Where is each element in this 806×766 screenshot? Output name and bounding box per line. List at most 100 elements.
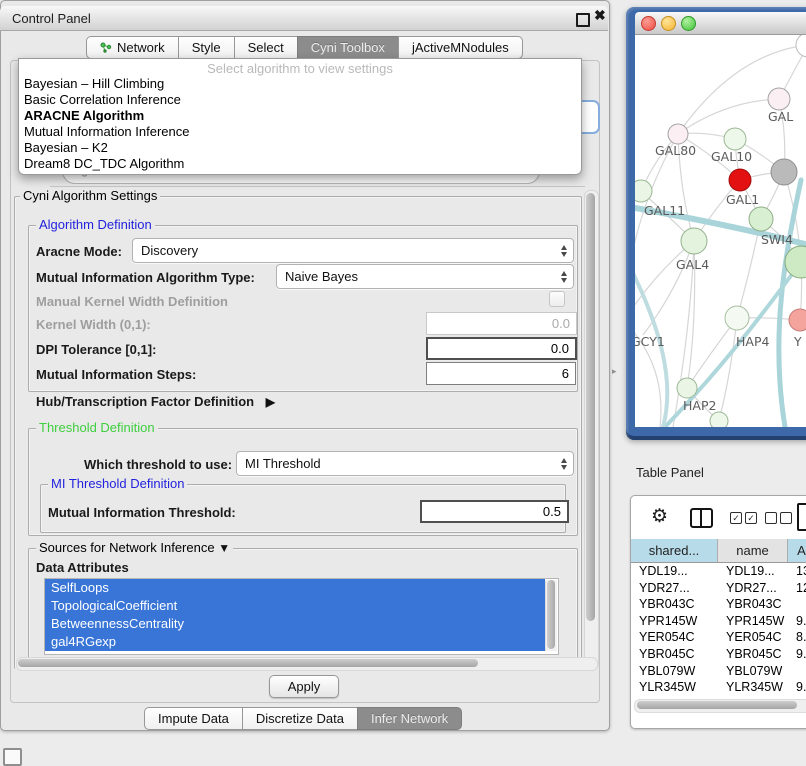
table-cell[interactable]: YDL19... xyxy=(631,563,718,580)
table-row[interactable]: YBR045CYBR045C9. xyxy=(631,646,806,663)
table-cell[interactable]: YLR345W xyxy=(631,679,718,696)
attribute-option-selected[interactable]: SelfLoops xyxy=(45,579,545,597)
table-row[interactable]: YLR345WYLR345W9. xyxy=(631,679,806,696)
table-cell[interactable]: 9. xyxy=(788,679,806,696)
table-cell[interactable]: YBL079W xyxy=(718,663,788,680)
column-layout-icon[interactable] xyxy=(690,508,713,528)
splitter-grip-icon[interactable]: ▸ xyxy=(612,366,617,377)
attribute-option-selected[interactable]: BetweennessCentrality xyxy=(45,615,545,633)
network-node-y[interactable] xyxy=(789,309,806,331)
table-cell[interactable]: YBR043C xyxy=(631,596,718,613)
table-cell[interactable]: 13 xyxy=(788,563,806,580)
column-header-shared-name[interactable]: shared... xyxy=(631,539,718,562)
table-row[interactable]: YER054CYER054C8. xyxy=(631,629,806,646)
dpi-tolerance-input[interactable]: 0.0 xyxy=(426,337,577,360)
algorithm-dropdown-list: Select algorithm to view settings Bayesi… xyxy=(18,58,582,175)
network-node-gal[interactable] xyxy=(768,88,790,110)
network-node[interactable] xyxy=(710,412,728,427)
column-header-name[interactable]: name xyxy=(718,539,788,562)
network-node-hap4[interactable] xyxy=(725,306,749,330)
mi-type-select[interactable]: Naive Bayes xyxy=(276,264,574,289)
network-node-gal10[interactable] xyxy=(724,128,746,150)
table-row[interactable]: YBR043CYBR043C xyxy=(631,596,806,613)
table-cell[interactable]: 12 xyxy=(788,580,806,597)
network-node-gal1[interactable] xyxy=(729,169,751,191)
algorithm-option[interactable]: Basic Correlation Inference xyxy=(19,92,581,108)
table-cell[interactable]: YER054C xyxy=(718,629,788,646)
tab-select[interactable]: Select xyxy=(234,36,298,59)
table-cell[interactable]: YBR045C xyxy=(718,646,788,663)
settings-vertical-scrollbar-thumb[interactable] xyxy=(586,193,595,621)
tab-infer-network[interactable]: Infer Network xyxy=(357,707,462,730)
tab-jactivemnodules[interactable]: jActiveMNodules xyxy=(398,36,523,59)
algorithm-option[interactable]: Mutual Information Inference xyxy=(19,124,581,140)
table-row[interactable]: YPR145WYPR145W9. xyxy=(631,613,806,630)
deselect-all-checkbox-icon[interactable] xyxy=(780,512,792,524)
gear-icon[interactable]: ⚙ xyxy=(651,505,668,528)
attribute-option-selected[interactable]: TopologicalCoefficient xyxy=(45,597,545,615)
aracne-mode-select[interactable]: Discovery xyxy=(132,238,574,263)
table-row[interactable]: YDL19...YDL19...13 xyxy=(631,563,806,580)
table-cell[interactable]: 8. xyxy=(788,629,806,646)
kernel-width-input[interactable]: 0.0 xyxy=(426,312,577,335)
network-node[interactable] xyxy=(796,35,806,57)
table-cell[interactable]: YPR145W xyxy=(718,613,788,630)
mi-threshold-input[interactable]: 0.5 xyxy=(420,500,569,523)
apply-button[interactable]: Apply xyxy=(269,675,339,698)
zoom-traffic-light-icon[interactable] xyxy=(681,16,696,31)
settings-horizontal-scrollbar-thumb[interactable] xyxy=(18,659,478,667)
algorithm-option[interactable]: ARACNE Algorithm xyxy=(19,108,581,124)
table-cell[interactable]: 9. xyxy=(788,646,806,663)
sources-group-toggle[interactable]: Sources for Network Inference ▼ xyxy=(36,541,233,555)
close-traffic-light-icon[interactable] xyxy=(641,16,656,31)
table-cell[interactable]: YDR27... xyxy=(718,580,788,597)
tab-cyni-toolbox[interactable]: Cyni Toolbox xyxy=(297,36,399,59)
table-cell[interactable]: YER054C xyxy=(631,629,718,646)
network-node-gal80[interactable] xyxy=(668,124,688,144)
table-cell[interactable] xyxy=(788,663,806,680)
hub-definition-toggle[interactable]: Hub/Transcription Factor Definition ▶ xyxy=(36,394,275,409)
table-horizontal-scrollbar-thumb[interactable] xyxy=(637,701,797,709)
table-cell[interactable]: YBL079W xyxy=(631,663,718,680)
select-all-checkbox-icon[interactable]: ✓ xyxy=(730,512,742,524)
network-node-swi4[interactable] xyxy=(749,207,773,231)
select-all-checkbox-icon[interactable]: ✓ xyxy=(745,512,757,524)
float-window-icon[interactable] xyxy=(576,13,590,27)
table-cell[interactable]: YBR045C xyxy=(631,646,718,663)
algorithm-option[interactable]: Dream8 DC_TDC Algorithm xyxy=(19,156,581,172)
table-cell[interactable]: YDL19... xyxy=(718,563,788,580)
network-node-hap2[interactable] xyxy=(677,378,697,398)
table-cell[interactable]: YBR043C xyxy=(718,596,788,613)
export-table-icon[interactable] xyxy=(797,503,806,531)
table-cell[interactable]: 9. xyxy=(788,613,806,630)
table-row[interactable]: YDR27...YDR27...12 xyxy=(631,580,806,597)
network-node[interactable] xyxy=(771,159,797,185)
table-cell[interactable] xyxy=(788,596,806,613)
table-cell[interactable]: YPR145W xyxy=(631,613,718,630)
close-icon[interactable]: ✖ xyxy=(594,8,606,22)
algorithm-option[interactable]: Bayesian – K2 xyxy=(19,140,581,156)
attribute-list-scrollbar-thumb[interactable] xyxy=(547,580,555,649)
column-header-partial[interactable]: A xyxy=(788,539,806,562)
minimize-traffic-light-icon[interactable] xyxy=(661,16,676,31)
algorithm-option[interactable]: Bayesian – Hill Climbing xyxy=(19,76,581,92)
tab-discretize-data[interactable]: Discretize Data xyxy=(242,707,358,730)
data-attributes-list[interactable]: SelfLoopsTopologicalCoefficientBetweenne… xyxy=(44,578,559,655)
control-panel-titlebar[interactable] xyxy=(0,6,608,31)
network-node-gal11[interactable] xyxy=(635,180,652,202)
tab-impute-data[interactable]: Impute Data xyxy=(144,707,243,730)
table-cell[interactable]: YLR345W xyxy=(718,679,788,696)
manual-kernel-checkbox[interactable] xyxy=(549,291,565,307)
network-canvas[interactable]: GALGAL80GAL10GAL1GAL11SWI4GAL4GCY1HAP4YH… xyxy=(635,35,806,427)
table-row[interactable]: YBL079WYBL079W xyxy=(631,663,806,680)
which-threshold-select[interactable]: MI Threshold xyxy=(236,451,574,476)
table-cell[interactable]: YDR27... xyxy=(631,580,718,597)
mi-steps-input[interactable]: 6 xyxy=(426,362,576,385)
tab-style[interactable]: Style xyxy=(178,36,235,59)
network-node-gal4[interactable] xyxy=(681,228,707,254)
attribute-option-selected[interactable]: gal4RGexp xyxy=(45,633,545,651)
deselect-all-checkbox-icon[interactable] xyxy=(765,512,777,524)
table-body[interactable]: YDL19...YDL19...13YDR27...YDR27...12YBR0… xyxy=(631,563,806,712)
tab-network[interactable]: Network xyxy=(86,36,179,59)
palette-window-icon[interactable] xyxy=(3,748,22,766)
